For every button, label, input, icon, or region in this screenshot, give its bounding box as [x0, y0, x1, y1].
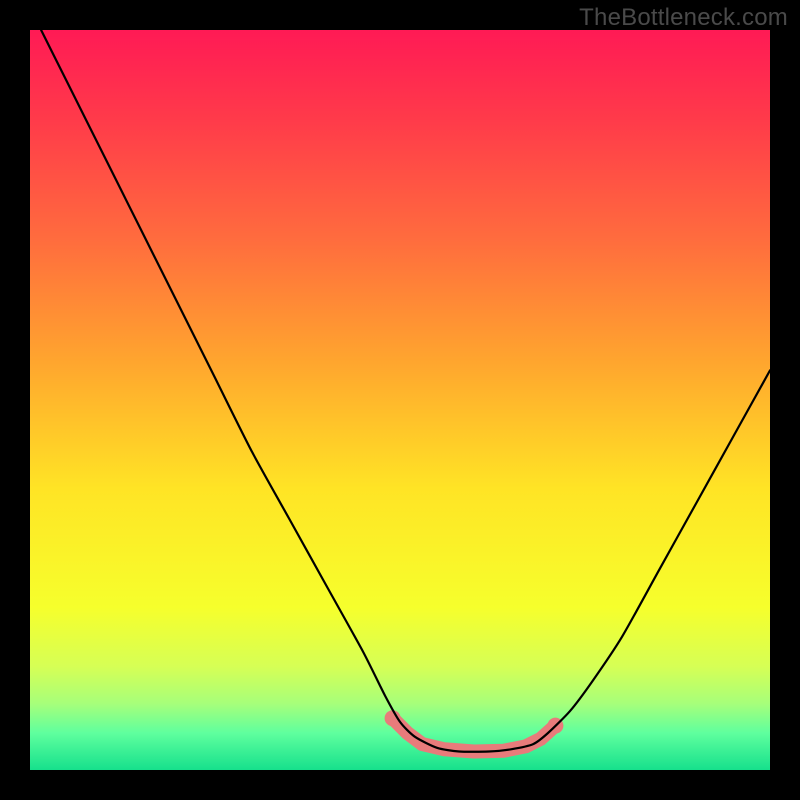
watermark-text: TheBottleneck.com: [579, 4, 788, 32]
gradient-background: [30, 30, 770, 770]
chart-plot: [0, 0, 800, 800]
chart-container: TheBottleneck.com: [0, 0, 800, 800]
